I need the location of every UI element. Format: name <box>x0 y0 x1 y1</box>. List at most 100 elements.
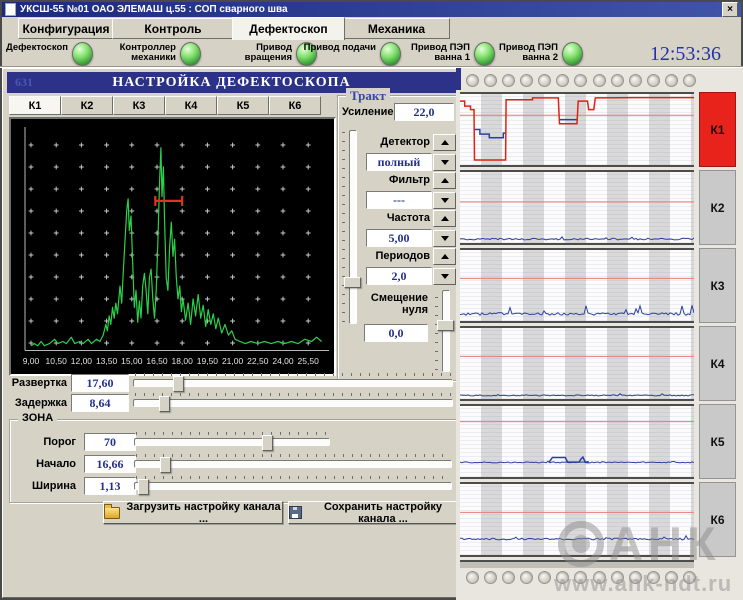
spin-down-button[interactable] <box>433 230 456 247</box>
perforation-hole <box>629 74 642 87</box>
app-icon <box>5 3 16 16</box>
channel-tab-к5[interactable]: К5 <box>217 96 269 115</box>
delay-slider[interactable] <box>133 393 453 411</box>
tab-конфигурация[interactable]: Конфигурация <box>18 18 114 39</box>
led-icon <box>562 42 583 66</box>
tab-контроль[interactable]: Контроль <box>112 18 234 39</box>
perforation-hole <box>647 74 660 87</box>
svg-text:16,50: 16,50 <box>146 356 168 366</box>
фильтр-label: Фильтр <box>338 174 430 186</box>
slider-thumb[interactable] <box>173 376 184 392</box>
zero-offset-slider[interactable] <box>435 290 453 372</box>
slider-thumb[interactable] <box>344 277 361 288</box>
tab-дефектоскоп[interactable]: Дефектоскоп <box>232 17 345 40</box>
perforation-hole <box>484 74 497 87</box>
channel-band-к3 <box>460 248 694 323</box>
gate-start-value[interactable]: 16,66 <box>84 455 136 473</box>
gate-start-slider[interactable] <box>134 454 452 472</box>
load-channel-settings-button[interactable]: Загрузить настройку канала ... <box>103 501 283 524</box>
svg-text:15,00: 15,00 <box>121 356 143 366</box>
perforation-hole <box>647 571 660 584</box>
spin-down-button[interactable] <box>433 268 456 285</box>
zero-offset-value[interactable]: 0,0 <box>364 324 428 342</box>
channel-select-к6[interactable]: К6 <box>699 482 736 557</box>
gate-width-value[interactable]: 1,13 <box>84 477 136 495</box>
perforation-hole <box>502 74 515 87</box>
slider-thumb[interactable] <box>262 435 273 451</box>
perforation-hole <box>665 571 678 584</box>
gain-value[interactable]: 22,0 <box>394 103 454 121</box>
slider-ticks <box>135 393 451 396</box>
indicator-label-1: Контроллер механики <box>100 43 176 63</box>
channel-select-к3[interactable]: К3 <box>699 248 736 323</box>
фильтр-value[interactable]: --- <box>366 191 432 209</box>
indicator-label-5: Привод ПЭП ванна 2 <box>490 43 558 63</box>
perforation-hole <box>683 74 696 87</box>
channel-tab-к6[interactable]: К6 <box>269 96 321 115</box>
slider-thumb[interactable] <box>437 320 454 331</box>
sweep-label: Развертка <box>9 377 67 389</box>
slider-thumb[interactable] <box>159 396 170 412</box>
channel-select-к2[interactable]: К2 <box>699 170 736 245</box>
gate-width-slider[interactable] <box>134 476 452 494</box>
частота-value[interactable]: 5,00 <box>366 229 432 247</box>
channel-select-к4[interactable]: К4 <box>699 326 736 401</box>
channel-tab-к4[interactable]: К4 <box>165 96 217 115</box>
slider-track[interactable] <box>134 482 452 490</box>
slider-thumb[interactable] <box>160 457 171 473</box>
dialog-id: 631 <box>15 75 33 90</box>
threshold-value[interactable]: 70 <box>84 433 136 451</box>
spin-up-button[interactable] <box>433 172 456 189</box>
perforation-hole <box>466 571 479 584</box>
perforation-hole <box>574 571 587 584</box>
sweep-slider[interactable] <box>133 373 453 391</box>
close-button[interactable]: × <box>722 2 738 17</box>
детектор-value[interactable]: полный <box>366 153 432 171</box>
tab-механика[interactable]: Механика <box>343 18 450 39</box>
slider-thumb[interactable] <box>138 479 149 495</box>
defectoscope-settings-dialog: 631 НАСТРОЙКА ДЕФЕКТОСКОПА К1К2К3К4К5К6 … <box>2 68 461 598</box>
up-arrow-icon <box>441 216 449 221</box>
open-folder-icon <box>104 507 120 519</box>
svg-text:10,50: 10,50 <box>46 356 68 366</box>
channel-tab-к2[interactable]: К2 <box>61 96 113 115</box>
channel-band-к2 <box>460 170 694 245</box>
slider-ticks <box>136 432 328 435</box>
gain-label: Усиление <box>342 106 394 118</box>
threshold-label: Порог <box>24 436 76 448</box>
slider-track[interactable] <box>133 399 453 407</box>
периодов-value[interactable]: 2,0 <box>366 267 432 285</box>
channel-select-к1[interactable]: К1 <box>699 92 736 167</box>
tract-group-label: Тракт <box>346 88 390 104</box>
svg-text:25,50: 25,50 <box>298 356 320 366</box>
slider-track[interactable] <box>134 460 452 468</box>
spin-down-button[interactable] <box>433 154 456 171</box>
channel-tab-к3[interactable]: К3 <box>113 96 165 115</box>
частота-label: Частота <box>338 212 430 224</box>
perforation-hole <box>466 74 479 87</box>
threshold-slider[interactable] <box>134 432 330 450</box>
perforation-hole <box>611 74 624 87</box>
paper-perforation-bottom <box>466 571 696 584</box>
a-scan-plot: 9,0010,5012,0013,5015,0016,5018,0019,502… <box>11 119 334 374</box>
channel-tab-к1[interactable]: К1 <box>9 96 61 115</box>
zero-offset-label: Смещение нуля <box>344 292 428 316</box>
up-arrow-icon <box>441 140 449 145</box>
channel-band-к6 <box>460 482 694 557</box>
spin-down-button[interactable] <box>433 192 456 209</box>
channel-select-к5[interactable]: К5 <box>699 404 736 479</box>
spin-up-button[interactable] <box>433 210 456 227</box>
channel-band-к5 <box>460 404 694 479</box>
slider-track[interactable] <box>442 290 450 372</box>
down-arrow-icon <box>441 236 449 241</box>
save-channel-settings-button[interactable]: Сохранить настройку канала ... <box>288 501 460 524</box>
channel-band-к1 <box>460 92 694 167</box>
perforation-hole <box>574 74 587 87</box>
zone-group-label: ЗОНА <box>18 412 57 424</box>
delay-value[interactable]: 8,64 <box>71 394 129 412</box>
sweep-value[interactable]: 17,60 <box>71 374 129 392</box>
slider-track[interactable] <box>134 438 330 446</box>
slider-ticks <box>136 454 450 457</box>
spin-up-button[interactable] <box>433 134 456 151</box>
spin-up-button[interactable] <box>433 248 456 265</box>
